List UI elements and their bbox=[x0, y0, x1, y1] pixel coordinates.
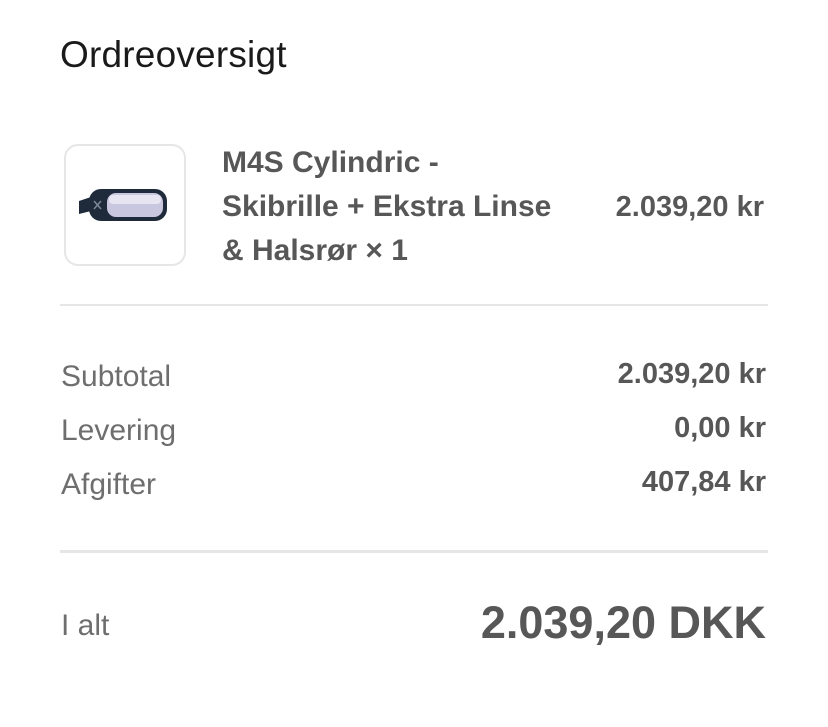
taxes-value: 407,84 kr bbox=[641, 466, 766, 498]
taxes-label: Afgifter bbox=[61, 468, 157, 501]
product-image bbox=[64, 144, 186, 266]
order-summary: Ordreoversigt M4S Cylindric - Skibrille … bbox=[0, 0, 828, 727]
page-title: Ordreoversigt bbox=[60, 34, 287, 75]
delivery-label: Levering bbox=[61, 414, 177, 447]
product-name: M4S Cylindric - Skibrille + Ekstra Linse… bbox=[222, 141, 552, 273]
delivery-value: 0,00 kr bbox=[674, 412, 766, 444]
product-quantity: × 1 bbox=[365, 234, 408, 267]
ski-goggles-icon bbox=[79, 189, 167, 221]
total-label: I alt bbox=[61, 609, 110, 642]
divider bbox=[60, 550, 768, 553]
divider bbox=[60, 304, 768, 306]
total-value: 2.039,20 DKK bbox=[480, 597, 766, 648]
product-price: 2.039,20 kr bbox=[615, 191, 764, 223]
subtotal-label: Subtotal bbox=[61, 360, 172, 393]
subtotal-value: 2.039,20 kr bbox=[617, 358, 766, 390]
